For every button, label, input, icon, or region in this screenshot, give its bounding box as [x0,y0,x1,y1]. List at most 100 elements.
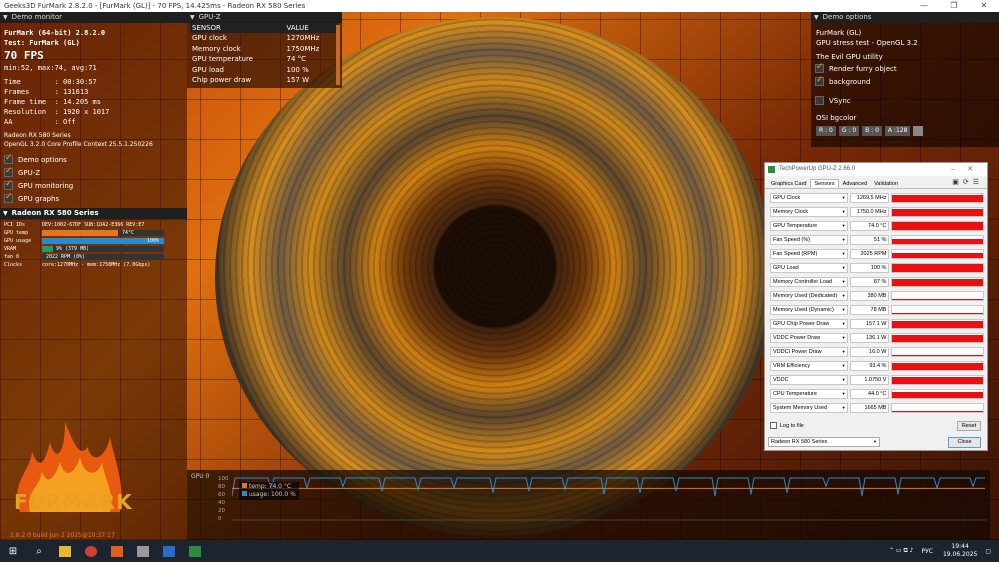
checkbox-icon[interactable] [4,166,13,177]
checkbox-icon[interactable] [815,75,824,86]
sensor-name-dropdown[interactable]: GPU Clock ▼ [770,193,848,203]
sensor-graph [891,375,984,385]
table-row: GPU temperature 74 °C [192,55,307,64]
osi-bgcolor-inputs: R : 0 G : 0 B : 0 A :128 [811,126,999,136]
gpu-temp-bar: 74°C [42,230,164,236]
window-controls[interactable]: –✕ [951,163,985,176]
gpu-select-dropdown[interactable]: Radeon RX 580 Series ▼ [768,437,880,447]
sensor-row: VDDC ▼ 1.0750 V [770,373,984,387]
color-swatch[interactable] [913,126,924,136]
sensor-name-dropdown[interactable]: VDDC ▼ [770,375,848,385]
collapse-triangle-icon[interactable]: ▼ [814,14,819,21]
app-version: FurMark (64-bit) 2.8.2.0 [4,29,106,37]
gpuz-titlebar[interactable]: TechPowerUp GPU-Z 2.66.0 –✕ [765,163,987,176]
collapse-triangle-icon[interactable]: ▼ [190,14,195,21]
color-r-input[interactable]: R : 0 [816,126,836,136]
table-row: Memory clock 1750MHz [192,44,320,53]
sensor-name-dropdown[interactable]: VRM Efficiency ▼ [770,361,848,371]
terminal-icon[interactable] [156,540,182,562]
sensor-name-dropdown[interactable]: GPU Temperature ▼ [770,221,848,231]
chrome-icon[interactable] [78,540,104,562]
clock[interactable]: 19:44 19.06.2025 [943,543,977,559]
color-g-input[interactable]: G : 0 [838,126,860,136]
tab-graphics-card[interactable]: Graphics Card [768,180,809,188]
checkbox-icon[interactable] [4,179,13,190]
sensor-name-dropdown[interactable]: GPU Chip Power Draw ▼ [770,319,848,329]
color-b-input[interactable]: B : 0 [862,126,882,136]
sensor-name-dropdown[interactable]: CPU Temperature ▼ [770,389,848,399]
minimize-icon[interactable]: — [909,0,939,12]
window-titlebar[interactable]: Geeks3D FurMark 2.8.2.0 - [FurMark (GL)]… [0,0,999,12]
demo-description: GPU stress test - OpenGL 3.2 [816,39,918,47]
sensor-name-dropdown[interactable]: GPU Load ▼ [770,263,848,273]
search-icon[interactable]: ⌕ [26,540,52,562]
checkbox-render-furry[interactable]: Render furry object [811,62,999,75]
log-to-file-checkbox[interactable]: Log to file [770,422,804,429]
col-value: VALUE [284,23,338,33]
close-button[interactable]: Close [948,437,981,448]
sensor-graph-fill [892,355,983,356]
table-row: Chip power draw 157 W [192,76,310,85]
maximize-icon[interactable]: ❐ [939,0,969,12]
close-icon[interactable]: ✕ [969,0,999,12]
chevron-down-icon: ▼ [841,237,846,242]
checkbox-gpuz[interactable]: GPU-Z [0,166,187,179]
sensor-name-dropdown[interactable]: Fan Speed (%) ▼ [770,235,848,245]
tab-advanced[interactable]: Advanced [840,180,870,188]
sensor-name-dropdown[interactable]: Memory Used (Dynamic) ▼ [770,305,848,315]
furmark-icon[interactable] [104,540,130,562]
checkbox-icon[interactable] [815,62,824,73]
gpu-section-header[interactable]: ▼ Radeon RX 580 Series [0,208,187,219]
sensor-name-dropdown[interactable]: Fan Speed (RPM) ▼ [770,249,848,259]
fan-bar: 2022 RPM (0%) [42,254,164,260]
checkbox-vsync[interactable]: VSync [811,94,999,107]
tray-icons[interactable]: ⌃ ▭ ⧉ ♪ [889,547,914,555]
sensor-graph [891,207,984,217]
sensor-name-dropdown[interactable]: System Memory Used ▼ [770,403,848,413]
demo-options-header[interactable]: ▼ Demo options [811,12,999,23]
vram-row: VRAM 9% (379 MB) [0,245,187,253]
gpuz-toolbar-icons[interactable]: ▣⟳☰ [952,178,983,186]
notification-icon[interactable]: ▢ [985,548,991,555]
demo-monitor-header[interactable]: ▼ Demo monitor [0,12,187,23]
reset-button[interactable]: Reset [957,421,981,431]
checkbox-icon[interactable] [4,153,13,164]
collapse-triangle-icon[interactable]: ▼ [3,14,8,21]
time-readout: Time : 00:30:57 [4,78,97,86]
fur-texture-overlay [215,17,775,537]
demo-name: FurMark (GL) [816,29,862,37]
legend-temp: temp: 74.0 °C [242,483,296,491]
checkbox-gpu-graphs[interactable]: GPU graphs [0,192,187,205]
checkbox-gpu-monitoring[interactable]: GPU monitoring [0,179,187,192]
sensor-name-dropdown[interactable]: Memory Used (Dedicated) ▼ [770,291,848,301]
sensor-name-dropdown[interactable]: Memory Clock ▼ [770,207,848,217]
sensor-row: Memory Used (Dynamic) ▼ 78 MB [770,303,984,317]
chevron-down-icon: ▼ [841,363,846,368]
furmark-window: Geeks3D FurMark 2.8.2.0 - [FurMark (GL)]… [0,0,999,562]
y-tick: 100 [218,476,229,482]
collapse-triangle-icon[interactable]: ▼ [3,210,8,217]
checkbox-demo-options[interactable]: Demo options [0,153,187,166]
sensor-row: Memory Used (Dedicated) ▼ 380 MB [770,289,984,303]
sensor-name-dropdown[interactable]: VDDCI Power Draw ▼ [770,347,848,357]
tab-validation[interactable]: Validation [871,180,901,188]
sensor-row: GPU Chip Power Draw ▼ 157.1 W [770,317,984,331]
gpuz-icon[interactable] [182,540,208,562]
gpuz-overlay-header[interactable]: ▼ GPU-Z [187,12,342,23]
color-a-input[interactable]: A :128 [884,126,911,136]
checkbox-icon[interactable] [4,192,13,203]
overlay-scrollbar[interactable] [336,25,340,85]
sensor-name-dropdown[interactable]: Memory Controller Load ▼ [770,277,848,287]
sensor-row: Memory Clock ▼ 1750.0 MHz [770,205,984,219]
sensor-name-dropdown[interactable]: VDDC Power Draw ▼ [770,333,848,343]
windows-start-icon[interactable]: ⊞ [0,540,26,562]
checkbox-icon[interactable] [815,96,824,105]
checkbox-background[interactable]: background [811,75,999,88]
sensor-value: 78 MB [849,305,890,315]
language-indicator[interactable]: РУС [922,548,933,555]
gpu-tool-icon[interactable] [130,540,156,562]
checkbox-icon[interactable] [770,422,777,429]
tab-sensors[interactable]: Sensors [810,179,839,188]
file-explorer-icon[interactable] [52,540,78,562]
col-sensor: SENSOR [190,23,285,33]
